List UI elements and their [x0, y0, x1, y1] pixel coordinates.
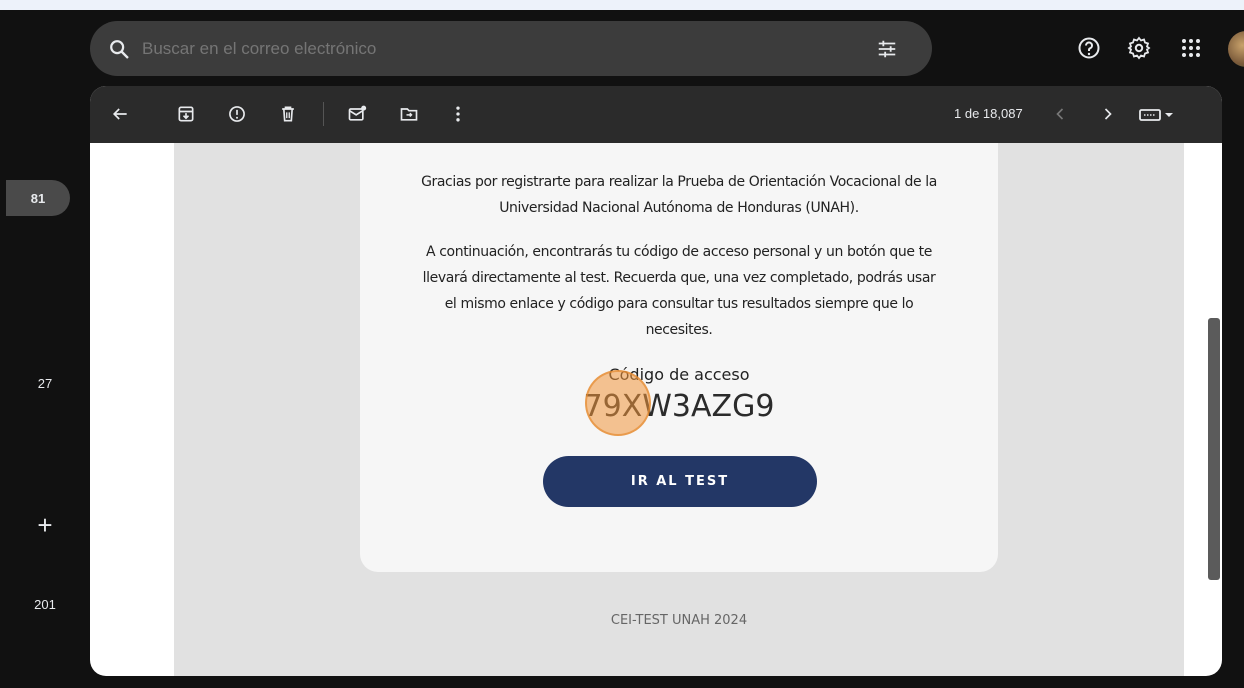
- mark-unread-icon[interactable]: [347, 104, 367, 124]
- chevron-left-icon[interactable]: [1050, 104, 1070, 124]
- email-card: Gracias por registrarte para realizar la…: [360, 143, 998, 572]
- search-input[interactable]: [142, 38, 842, 59]
- scrollbar[interactable]: [1208, 318, 1220, 580]
- chevron-right-icon[interactable]: [1098, 104, 1118, 124]
- search-options-icon[interactable]: [876, 38, 898, 60]
- report-spam-icon[interactable]: [227, 104, 247, 124]
- move-to-icon[interactable]: [399, 104, 419, 124]
- toolbar-divider: [323, 102, 324, 126]
- email-view-panel: 1 de 18,087 Gracias por registrarte para…: [90, 86, 1222, 676]
- search-icon[interactable]: [108, 38, 130, 60]
- more-icon[interactable]: [448, 104, 468, 124]
- apps-grid-icon[interactable]: [1179, 36, 1203, 60]
- rail-count-2[interactable]: 201: [0, 597, 90, 612]
- rail-unread-badge[interactable]: 81: [6, 180, 70, 216]
- go-to-test-button[interactable]: IR AL TEST: [543, 456, 817, 507]
- keyboard-icon[interactable]: [1138, 104, 1178, 124]
- access-code-label: Código de acceso: [608, 365, 750, 384]
- pagination-count: 1 de 18,087: [954, 106, 1023, 121]
- back-icon[interactable]: [110, 104, 130, 124]
- rail-count-1[interactable]: 27: [0, 376, 90, 391]
- help-icon[interactable]: [1077, 36, 1101, 60]
- search-bar[interactable]: [90, 21, 932, 76]
- email-intro-text: Gracias por registrarte para realizar la…: [421, 174, 937, 216]
- email-body: Gracias por registrarte para realizar la…: [174, 143, 1184, 676]
- email-details-text: A continuación, encontrarás tu código de…: [422, 244, 936, 338]
- access-code-value[interactable]: 79XW3AZG9: [360, 389, 998, 424]
- delete-icon[interactable]: [278, 104, 298, 124]
- email-toolbar: 1 de 18,087: [90, 86, 1222, 143]
- archive-icon[interactable]: [176, 104, 196, 124]
- add-label-button[interactable]: +: [30, 510, 60, 540]
- email-footer: CEI-TEST UNAH 2024: [610, 613, 748, 628]
- settings-gear-icon[interactable]: [1127, 36, 1151, 60]
- click-indicator: [585, 370, 651, 436]
